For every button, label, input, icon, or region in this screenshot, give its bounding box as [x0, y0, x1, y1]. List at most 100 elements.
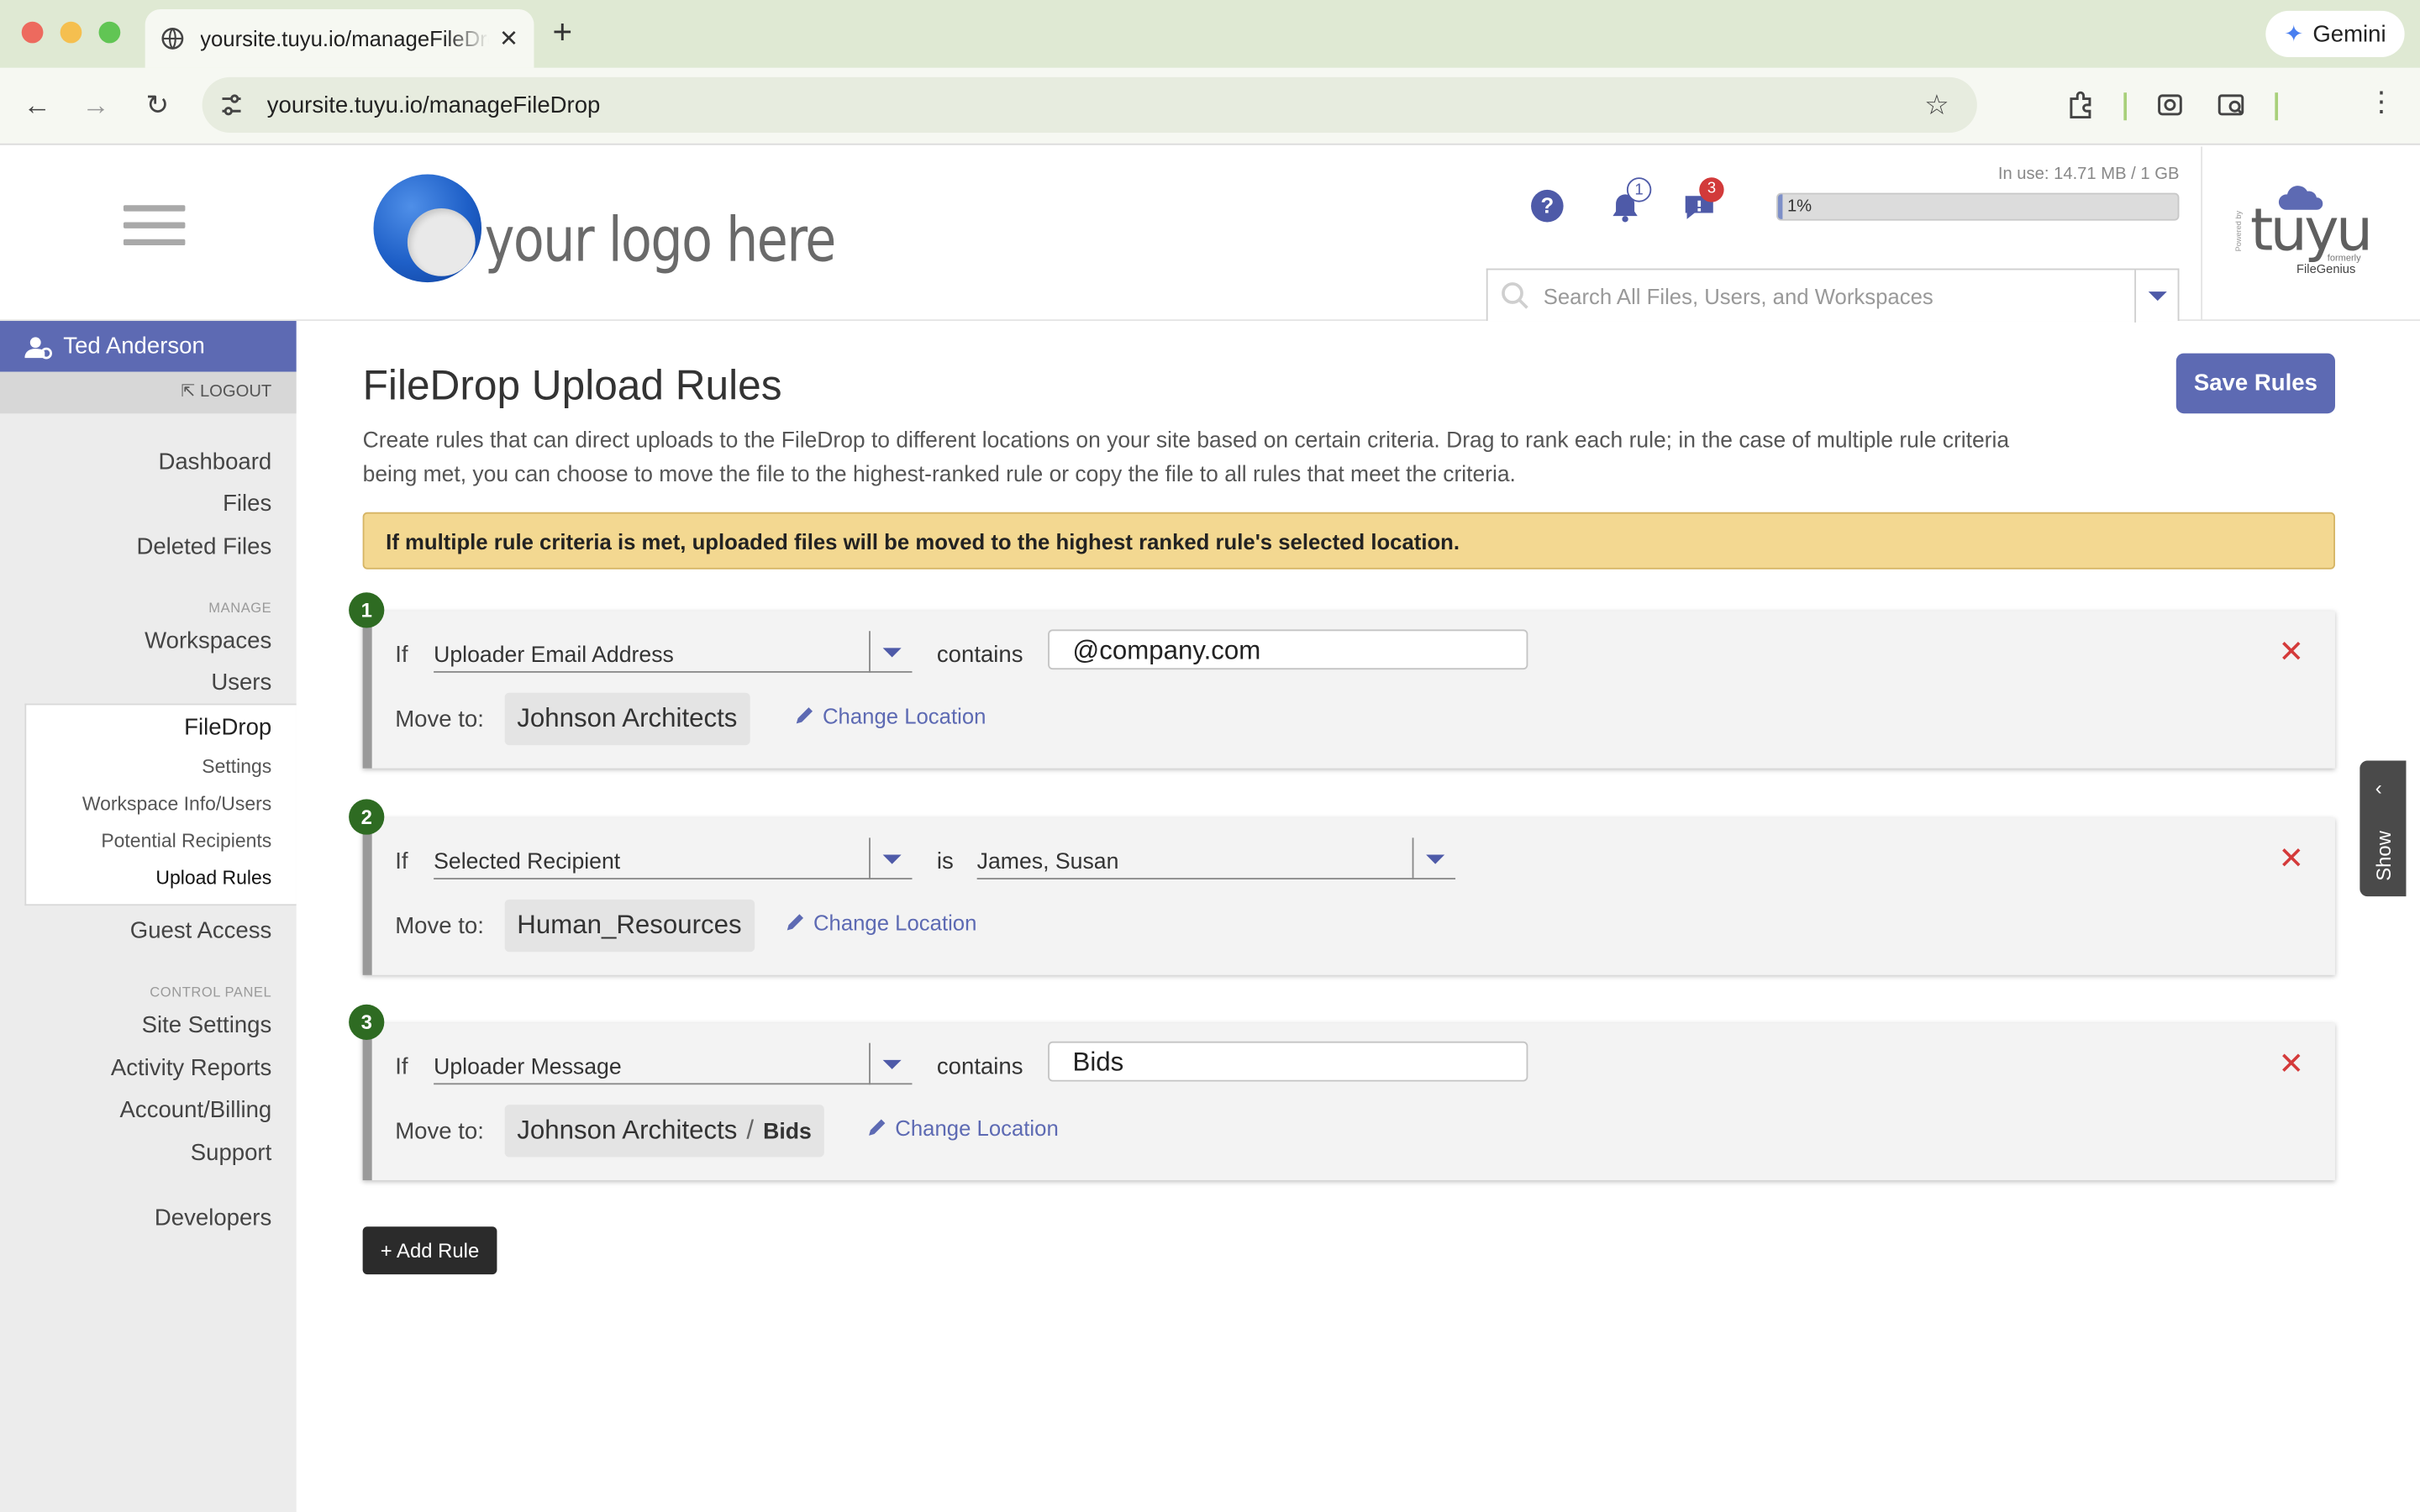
recipient-value: James, Susan — [976, 850, 1119, 875]
show-panel-label: Show — [2372, 831, 2396, 881]
sidebar-subitem-upload-rules[interactable]: Upload Rules — [155, 867, 271, 889]
if-label: If — [395, 642, 408, 669]
toolbar-divider — [2275, 92, 2279, 121]
usage-percent: 1% — [1786, 197, 1812, 217]
recipient-select[interactable]: James, Susan — [976, 837, 1456, 879]
sidebar-item-guest-access[interactable]: Guest Access — [130, 918, 271, 944]
sidebar-item-support[interactable]: Support — [191, 1140, 272, 1166]
rule-value-input[interactable]: Bids — [1048, 1041, 1528, 1082]
search-icon — [1502, 282, 1528, 309]
reload-icon[interactable]: ↻ — [140, 90, 174, 123]
sidebar-item-deleted-files[interactable]: Deleted Files — [136, 534, 271, 560]
user-menu[interactable]: Ted Anderson — [0, 321, 297, 372]
sidebar-subitem-potential-recipients[interactable]: Potential Recipients — [101, 830, 271, 852]
back-icon[interactable]: ← — [20, 90, 54, 123]
notifications-button[interactable]: 1 — [1608, 177, 1652, 223]
browser-toolbar: ← → ↻ yoursite.tuyu.io/manageFileDrop ☆ … — [0, 67, 2420, 145]
gemini-label: Gemini — [2312, 20, 2386, 48]
sidebar-item-files[interactable]: Files — [223, 491, 271, 517]
more-menu-icon[interactable]: ⋮ — [2365, 87, 2398, 119]
sidebar-item-workspaces[interactable]: Workspaces — [145, 628, 271, 654]
chevron-down-icon[interactable] — [869, 837, 912, 879]
rule-card[interactable]: 3 If Uploader Message contains Bids Move… — [349, 1004, 2335, 1181]
rule-card[interactable]: 1 If Uploader Email Address contains @co… — [349, 592, 2335, 769]
pencil-icon — [796, 707, 813, 724]
sidebar-item-filedrop[interactable]: FileDrop — [184, 714, 271, 740]
chevron-down-icon — [2148, 291, 2167, 302]
browser-tabstrip: yoursite.tuyu.io/manageFileDrop ✕ + ✦ Ge… — [0, 0, 2420, 68]
chevron-down-icon[interactable] — [869, 631, 912, 673]
rule-field-select[interactable]: Uploader Email Address — [434, 631, 913, 673]
rule-number-badge: 3 — [349, 1004, 385, 1040]
storage-usage-bar: 1% — [1776, 192, 2180, 221]
rule-field-select[interactable]: Selected Recipient — [434, 837, 913, 879]
change-location-link[interactable]: Change Location — [786, 910, 977, 936]
sidebar-item-developers[interactable]: Developers — [155, 1205, 271, 1231]
address-bar[interactable]: yoursite.tuyu.io/manageFileDrop ☆ — [202, 76, 1977, 133]
messages-button[interactable]: 3 — [1682, 177, 1724, 223]
notifications-badge: 1 — [1626, 177, 1652, 202]
change-location-link[interactable]: Change Location — [867, 1116, 1059, 1140]
site-settings-icon[interactable] — [218, 91, 245, 118]
sidebar-filedrop-group: FileDrop Settings Workspace Info/Users P… — [24, 703, 297, 906]
page-title: FileDrop Upload Rules — [362, 362, 782, 409]
sidebar-item-activity-reports[interactable]: Activity Reports — [111, 1055, 271, 1081]
gemini-button[interactable]: ✦ Gemini — [2265, 10, 2405, 57]
add-rule-button[interactable]: + Add Rule — [362, 1226, 497, 1275]
sidebar-item-account-billing[interactable]: Account/Billing — [120, 1097, 272, 1123]
extensions-icon[interactable] — [2065, 90, 2096, 121]
toolbar-divider — [2123, 92, 2128, 121]
chevron-down-icon[interactable] — [869, 1042, 912, 1085]
change-location-label: Change Location — [813, 910, 977, 936]
pencil-icon — [869, 1119, 886, 1136]
screenshot-icon[interactable] — [2154, 90, 2186, 121]
help-icon[interactable]: ? — [1531, 189, 1564, 223]
save-rules-button[interactable]: Save Rules — [2175, 353, 2335, 414]
rule-card[interactable]: 2 If Selected Recipient is James, Susan … — [349, 799, 2335, 975]
sidebar-section-manage: MANAGE — [208, 600, 272, 616]
forward-icon[interactable]: → — [79, 90, 113, 123]
rule-field-select[interactable]: Uploader Message — [434, 1042, 913, 1085]
close-window-button[interactable] — [21, 21, 44, 44]
sidebar-item-site-settings[interactable]: Site Settings — [142, 1012, 272, 1038]
logout-link[interactable]: ⇱ LOGOUT — [0, 371, 297, 414]
rule-operator: is — [936, 848, 954, 875]
global-search[interactable]: Search All Files, Users, and Workspaces — [1486, 268, 2180, 323]
hamburger-menu-icon[interactable] — [123, 205, 186, 248]
location-name: Johnson Architects — [517, 1115, 738, 1145]
brand-name: tuyu — [2249, 196, 2373, 265]
new-tab-button[interactable]: + — [553, 14, 573, 49]
tab-search-icon[interactable] — [2217, 90, 2248, 121]
pencil-icon — [786, 914, 804, 931]
sidebar-subitem-settings[interactable]: Settings — [202, 756, 271, 778]
sidebar-item-dashboard[interactable]: Dashboard — [158, 449, 271, 475]
show-panel-tab[interactable]: ‹ Show — [2360, 760, 2407, 897]
bookmark-star-icon[interactable]: ☆ — [1924, 90, 1949, 123]
delete-rule-icon[interactable]: ✕ — [2278, 633, 2304, 671]
sparkle-icon: ✦ — [2284, 21, 2304, 48]
powered-by-text: Powered by — [2234, 210, 2244, 252]
search-options-dropdown[interactable] — [2134, 270, 2177, 323]
rule-value-input[interactable]: @company.com — [1048, 629, 1528, 670]
maximize-window-button[interactable] — [98, 21, 121, 44]
change-location-link[interactable]: Change Location — [795, 704, 986, 728]
location-name: Human_Resources — [517, 910, 742, 940]
rule-operator: contains — [936, 642, 1023, 669]
location-chip: Johnson Architects / Bids — [504, 1105, 824, 1158]
user-settings-icon — [24, 336, 52, 359]
move-to-label: Move to: — [395, 913, 484, 940]
browser-tab[interactable]: yoursite.tuyu.io/manageFileDrop ✕ — [145, 9, 534, 68]
globe-icon — [161, 27, 184, 50]
minimize-window-button[interactable] — [60, 21, 82, 44]
chevron-down-icon[interactable] — [1412, 837, 1455, 879]
sidebar-item-users[interactable]: Users — [211, 669, 271, 696]
tab-close-icon[interactable]: ✕ — [499, 24, 518, 52]
rule-number-badge: 1 — [349, 592, 385, 628]
messages-badge: 3 — [1699, 177, 1724, 202]
sidebar-subitem-workspace-info[interactable]: Workspace Info/Users — [82, 793, 271, 815]
delete-rule-icon[interactable]: ✕ — [2278, 1044, 2304, 1083]
sidebar: Ted Anderson ⇱ LOGOUT Dashboard Files De… — [0, 321, 297, 1512]
delete-rule-icon[interactable]: ✕ — [2278, 839, 2304, 878]
search-input[interactable]: Search All Files, Users, and Workspaces — [1544, 284, 1933, 308]
change-location-label: Change Location — [895, 1115, 1059, 1141]
